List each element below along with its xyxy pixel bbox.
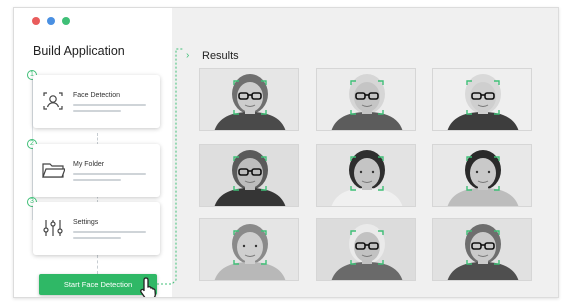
placeholder-line bbox=[73, 231, 146, 233]
step-connector bbox=[97, 255, 98, 274]
face-detection-box bbox=[466, 156, 500, 191]
result-photo[interactable] bbox=[199, 144, 299, 207]
minimize-window-dot[interactable] bbox=[47, 17, 55, 25]
placeholder-line bbox=[73, 173, 146, 175]
face-detection-box bbox=[350, 156, 384, 191]
placeholder-line bbox=[73, 104, 146, 106]
face-detection-box bbox=[350, 80, 384, 115]
placeholder-line bbox=[73, 179, 121, 181]
step-label: My Folder bbox=[73, 161, 105, 168]
face-detection-box bbox=[466, 80, 500, 115]
step-card-face-detection[interactable]: Face Detection bbox=[33, 75, 160, 128]
result-photo[interactable] bbox=[199, 68, 299, 131]
sliders-icon bbox=[43, 220, 63, 236]
step-card-my-folder[interactable]: My Folder bbox=[33, 144, 160, 197]
step-label: Settings bbox=[73, 219, 99, 226]
sidebar: Build Application 1 Face Detection 2 My … bbox=[14, 8, 172, 297]
result-photo[interactable] bbox=[316, 144, 416, 207]
maximize-window-dot[interactable] bbox=[62, 17, 70, 25]
window-controls bbox=[32, 17, 70, 25]
app-window: Build Application 1 Face Detection 2 My … bbox=[13, 7, 559, 298]
app-title: Build Application bbox=[33, 44, 125, 58]
face-detection-box bbox=[233, 230, 267, 265]
hand-pointer-icon bbox=[140, 277, 156, 297]
result-photo[interactable] bbox=[316, 218, 416, 281]
face-scan-icon bbox=[43, 92, 63, 110]
step-card-settings[interactable]: Settings bbox=[33, 202, 160, 255]
face-detection-box bbox=[350, 230, 384, 265]
face-detection-box bbox=[233, 80, 267, 115]
result-photo[interactable] bbox=[432, 68, 532, 131]
folder-icon bbox=[42, 163, 65, 178]
result-photo[interactable] bbox=[432, 218, 532, 281]
result-photo[interactable] bbox=[316, 68, 416, 131]
placeholder-line bbox=[73, 237, 121, 239]
face-detection-box bbox=[233, 156, 267, 191]
results-title: Results bbox=[202, 50, 239, 62]
result-photo[interactable] bbox=[432, 144, 532, 207]
placeholder-line bbox=[73, 110, 121, 112]
close-window-dot[interactable] bbox=[32, 17, 40, 25]
results-arrow-icon: › bbox=[186, 50, 190, 61]
step-label: Face Detection bbox=[73, 92, 121, 99]
face-detection-box bbox=[466, 230, 500, 265]
result-photo[interactable] bbox=[199, 218, 299, 281]
